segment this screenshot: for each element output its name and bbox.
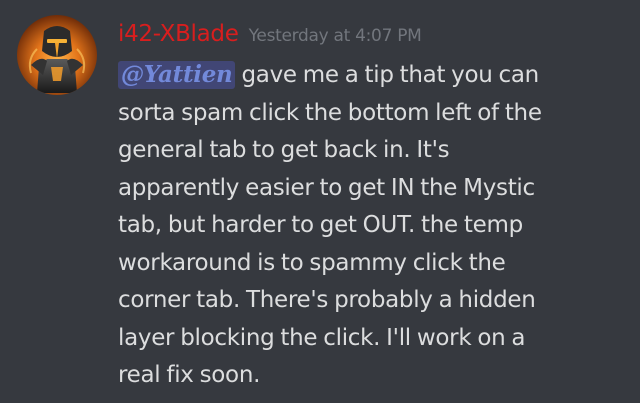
message-line: tab, but harder to get OUT. the temp (118, 212, 523, 238)
message-line: layer blocking the click. I'll work on a (118, 324, 526, 351)
message-line: gave me a tip that you can (241, 62, 540, 88)
user-mention[interactable]: @Yattien (118, 61, 236, 89)
armored-knight-avatar-icon (17, 15, 97, 95)
message-line: sorta spam click the bottom left of the (118, 99, 542, 126)
avatar[interactable] (17, 15, 97, 95)
message-header: i42-XBlade Yesterday at 4:07 PM (118, 18, 618, 50)
message-line: real fix soon. (118, 362, 261, 388)
message-line: apparently easier to get IN the Mystic (118, 174, 535, 201)
message-line: workaround is to spammy click the (118, 249, 506, 276)
message-line: corner tab. There's probably a hidden (118, 287, 536, 313)
message-body: @Yattien gave me a tip that you can sort… (118, 56, 618, 395)
message-line: general tab to get back in. It's (118, 137, 450, 163)
message-content: i42-XBlade Yesterday at 4:07 PM @Yattien… (118, 18, 618, 395)
username[interactable]: i42-XBlade (118, 21, 239, 47)
timestamp: Yesterday at 4:07 PM (248, 26, 422, 46)
chat-message: i42-XBlade Yesterday at 4:07 PM @Yattien… (0, 0, 640, 403)
